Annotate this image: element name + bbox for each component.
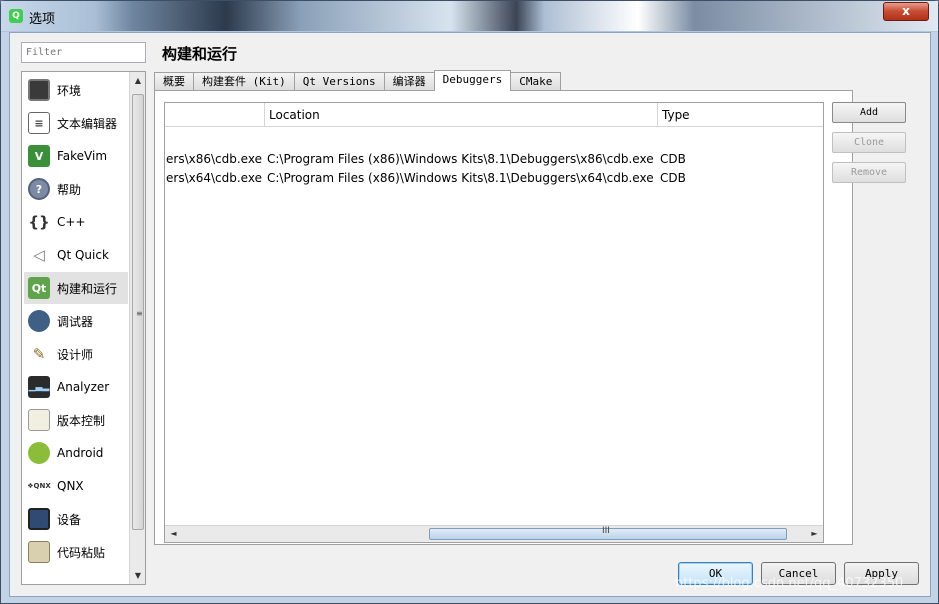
sidebar-item-help[interactable]: ? 帮助 (24, 173, 128, 205)
sidebar-item-label: 帮助 (57, 182, 82, 197)
sidebar-item-cpp[interactable]: {} C++ (24, 206, 128, 238)
column-header-location[interactable]: Location (264, 103, 657, 127)
debugger-location-cell: C:\Program Files (x86)\Windows Kits\8.1\… (267, 152, 654, 166)
debugger-type-cell: CDB (660, 152, 686, 166)
braces-icon: {} (28, 211, 50, 233)
analyzer-icon: ▁▃▂ (28, 376, 50, 398)
window-title: 选项 (29, 12, 56, 27)
sidebar-item-build-run[interactable]: Qt 构建和运行 (24, 272, 128, 304)
monitor-icon (28, 79, 50, 101)
scroll-right-icon[interactable]: ► (806, 526, 823, 542)
sidebar-item-label: 构建和运行 (57, 281, 118, 296)
scroll-up-icon[interactable]: ▲ (130, 72, 145, 89)
qt-build-run-icon: Qt (28, 277, 50, 299)
sidebar-item-environment[interactable]: 环境 (24, 74, 128, 106)
tab-bar: 概要 构建套件 (Kit) Qt Versions 编译器 Debuggers … (154, 70, 562, 91)
sidebar-item-label: 设备 (57, 512, 82, 527)
code-paste-icon (28, 541, 50, 563)
sidebar-item-label: 文本编辑器 (57, 116, 118, 131)
sidebar-item-qnx[interactable]: ❖QNX QNX (24, 470, 128, 502)
sidebar-item-label: 代码粘贴 (57, 545, 106, 560)
tab-overview[interactable]: 概要 (154, 72, 194, 91)
sidebar-item-label: Analyzer (57, 380, 110, 394)
sidebar-item-code-paste[interactable]: 代码粘贴 (24, 536, 128, 568)
sidebar-item-android[interactable]: Android (24, 437, 128, 469)
designer-tools-icon: ✎ (28, 343, 50, 365)
add-button[interactable]: Add (832, 102, 906, 123)
remove-button[interactable]: Remove (832, 162, 906, 183)
watermark: https://blog.csdn.net/qq_40732350 (675, 576, 904, 591)
qt-app-icon: Q (9, 9, 23, 23)
sidebar-item-label: Qt Quick (57, 248, 109, 262)
sidebar-item-designer[interactable]: ✎ 设计师 (24, 338, 128, 370)
clone-button[interactable]: Clone (832, 132, 906, 153)
filter-input[interactable] (21, 42, 146, 63)
vim-icon: V (28, 145, 50, 167)
tab-compilers[interactable]: 编译器 (383, 72, 435, 91)
sidebar-item-fakevim[interactable]: V FakeVim (24, 140, 128, 172)
sidebar-scrollbar[interactable]: ▲ ≡ ▼ (129, 72, 145, 584)
sidebar-item-devices[interactable]: 设备 (24, 503, 128, 535)
tab-qt-versions[interactable]: Qt Versions (293, 72, 385, 91)
sidebar-item-label: 环境 (57, 83, 82, 98)
sidebar-item-label: C++ (57, 215, 86, 229)
category-list: 环境 ≡ 文本编辑器 V FakeVim ? 帮助 {} C++ ◁ Qt Qu… (21, 71, 146, 585)
android-icon (28, 442, 50, 464)
title-bar[interactable]: Q 选项 x (1, 1, 938, 31)
table-hscrollbar[interactable]: ◄ III ► (165, 525, 823, 542)
sidebar-item-label: 设计师 (57, 347, 94, 362)
help-icon: ? (28, 178, 50, 200)
debugger-name-cell: ers\x86\cdb.exe (166, 152, 262, 166)
device-icon (28, 508, 50, 530)
tab-debuggers[interactable]: Debuggers (433, 70, 512, 91)
qnx-icon: ❖QNX (27, 475, 51, 497)
debugger-location-cell: C:\Program Files (x86)\Windows Kits\8.1\… (267, 171, 654, 185)
sidebar-item-label: Android (57, 446, 104, 460)
dialog-body: 环境 ≡ 文本编辑器 V FakeVim ? 帮助 {} C++ ◁ Qt Qu… (9, 32, 931, 597)
paper-plane-icon: ◁ (28, 244, 50, 266)
bug-icon (28, 310, 50, 332)
text-editor-icon: ≡ (28, 112, 50, 134)
scroll-thumb[interactable]: ≡ (132, 94, 144, 530)
scroll-thumb[interactable]: III (429, 526, 787, 540)
scroll-down-icon[interactable]: ▼ (130, 567, 145, 584)
tab-cmake[interactable]: CMake (510, 72, 562, 91)
sidebar-item-label: QNX (57, 479, 84, 493)
sidebar-item-label: 版本控制 (57, 413, 106, 428)
column-header-type[interactable]: Type (657, 103, 823, 127)
debuggers-panel: Location Type ers\x86\cdb.exe C:\Program… (154, 90, 853, 545)
sidebar-item-debugger[interactable]: 调试器 (24, 305, 128, 337)
sidebar-item-text-editor[interactable]: ≡ 文本编辑器 (24, 107, 128, 139)
version-control-icon (28, 409, 50, 431)
options-dialog: Q 选项 x 环境 ≡ 文本编辑器 V FakeVim ? 帮助 {} (0, 0, 939, 604)
grip-icon: ≡ (136, 309, 143, 318)
debuggers-table[interactable]: Location Type ers\x86\cdb.exe C:\Program… (164, 102, 824, 543)
debugger-type-cell: CDB (660, 171, 686, 185)
sidebar-item-label: FakeVim (57, 149, 108, 163)
close-button[interactable]: x (883, 2, 929, 21)
scroll-left-icon[interactable]: ◄ (165, 526, 182, 542)
sidebar-item-analyzer[interactable]: ▁▃▂ Analyzer (24, 371, 128, 403)
debugger-name-cell: ers\x64\cdb.exe (166, 171, 262, 185)
column-header-name[interactable] (165, 103, 264, 127)
sidebar-item-label: 调试器 (57, 314, 94, 329)
table-header: Location Type (165, 103, 823, 127)
sidebar-item-version-control[interactable]: 版本控制 (24, 404, 128, 436)
sidebar-item-qt-quick[interactable]: ◁ Qt Quick (24, 239, 128, 271)
grip-icon: III (602, 526, 610, 536)
tab-kits[interactable]: 构建套件 (Kit) (193, 72, 295, 91)
page-title: 构建和运行 (162, 45, 238, 63)
